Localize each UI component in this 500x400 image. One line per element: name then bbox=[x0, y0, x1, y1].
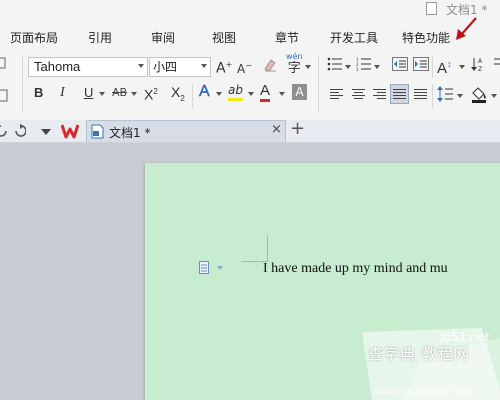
quick-access-dropdown-icon[interactable] bbox=[41, 129, 51, 135]
tab-special-features[interactable]: 特色功能 bbox=[402, 29, 450, 46]
shrink-font-label: A bbox=[237, 62, 246, 76]
watermark-url: jiaocheng.chazidian.com bbox=[374, 387, 474, 396]
text-direction-label: A bbox=[437, 60, 448, 77]
sort-icon[interactable]: AZ bbox=[471, 56, 487, 72]
svg-text:3: 3 bbox=[356, 67, 359, 71]
tab-page-layout[interactable]: 页面布局 bbox=[10, 29, 58, 46]
ribbon-separator bbox=[22, 56, 23, 112]
annotation-arrow-icon bbox=[456, 17, 477, 40]
character-shading-button[interactable]: A bbox=[292, 84, 307, 100]
wps-writer-window: 文档1 * 页面布局 引用 审阅 视图 章节 开发工具 特色功能 Tahoma … bbox=[0, 0, 500, 400]
format-painter-icon[interactable] bbox=[0, 56, 8, 72]
chevron-down-icon[interactable] bbox=[459, 65, 465, 69]
bold-button[interactable]: B bbox=[34, 84, 43, 102]
menu-bar: 页面布局 引用 审阅 视图 章节 开发工具 特色功能 bbox=[0, 22, 500, 50]
subscript-exponent: 2 bbox=[180, 93, 185, 103]
text-effect-button[interactable]: A bbox=[199, 83, 210, 101]
clear-format-icon[interactable] bbox=[262, 57, 278, 73]
show-hide-marks-icon[interactable] bbox=[492, 57, 500, 71]
increase-indent-icon[interactable] bbox=[413, 57, 429, 71]
tab-document1[interactable]: 文档1 * × bbox=[86, 120, 286, 142]
align-center-icon[interactable] bbox=[352, 89, 365, 101]
close-tab-icon[interactable]: × bbox=[271, 122, 282, 137]
subscript-button[interactable]: X2 bbox=[171, 83, 185, 108]
undo-icon[interactable] bbox=[0, 124, 8, 138]
chevron-down-icon[interactable] bbox=[491, 94, 497, 98]
tab-view[interactable]: 视图 bbox=[212, 29, 236, 46]
chevron-down-icon[interactable] bbox=[248, 92, 254, 96]
underline-button[interactable]: U bbox=[84, 84, 93, 102]
chevron-down-icon[interactable] bbox=[217, 266, 223, 270]
redo-icon[interactable] bbox=[14, 124, 26, 138]
wps-logo-icon[interactable] bbox=[61, 123, 79, 139]
text-direction-button[interactable]: A↕ bbox=[437, 55, 452, 78]
font-color-button[interactable]: A bbox=[260, 82, 271, 102]
clipboard-icon[interactable] bbox=[0, 87, 10, 103]
tab-section[interactable]: 章节 bbox=[275, 29, 299, 46]
align-left-icon[interactable] bbox=[330, 89, 343, 101]
margin-corner-mark bbox=[241, 235, 268, 262]
title-bar: 文档1 * bbox=[0, 0, 500, 22]
chevron-down-icon[interactable] bbox=[216, 92, 222, 96]
svg-text:A: A bbox=[478, 58, 483, 65]
chevron-down-icon[interactable] bbox=[305, 65, 311, 69]
tab-developer-tools[interactable]: 开发工具 bbox=[330, 29, 378, 46]
paragraph-layout-icon[interactable] bbox=[199, 261, 211, 275]
tab-references[interactable]: 引用 bbox=[88, 29, 112, 46]
bullet-list-icon[interactable] bbox=[327, 57, 343, 71]
ribbon-separator bbox=[432, 56, 433, 78]
shrink-font-button[interactable]: A− bbox=[237, 57, 252, 78]
watermark-site: jb51.net bbox=[440, 330, 490, 344]
grow-font-button[interactable]: A+ bbox=[216, 56, 232, 78]
font-size-select[interactable]: 小四 bbox=[149, 57, 211, 77]
paint-bucket-icon[interactable] bbox=[470, 85, 488, 103]
justify-icon bbox=[393, 89, 406, 101]
font-size-value: 小四 bbox=[153, 60, 178, 74]
ribbon-separator bbox=[192, 84, 193, 108]
superscript-exponent: 2 bbox=[153, 87, 158, 96]
ribbon-separator bbox=[432, 84, 433, 108]
document-tab-bar: 文档1 * × + bbox=[0, 118, 500, 143]
chevron-down-icon bbox=[201, 64, 207, 68]
chevron-down-icon[interactable] bbox=[131, 92, 137, 96]
tab-review[interactable]: 审阅 bbox=[151, 29, 175, 46]
numbered-list-icon[interactable]: 1 2 3 bbox=[356, 57, 372, 71]
ribbon-separator bbox=[318, 56, 319, 112]
align-right-icon[interactable] bbox=[373, 89, 386, 101]
chevron-down-icon[interactable] bbox=[457, 94, 463, 98]
writer-document-icon bbox=[91, 124, 104, 139]
superscript-button[interactable]: X2 bbox=[144, 83, 158, 104]
home-ribbon: Tahoma 小四 A+ A− wén 字 B I U AB X2 X2 A a… bbox=[0, 50, 500, 121]
chevron-down-icon[interactable] bbox=[279, 92, 285, 96]
svg-text:Z: Z bbox=[478, 66, 482, 72]
superscript-base: X bbox=[144, 86, 154, 103]
highlight-button[interactable]: ab bbox=[228, 82, 243, 101]
distributed-align-icon[interactable] bbox=[414, 89, 427, 101]
new-tab-icon[interactable]: + bbox=[290, 118, 305, 139]
chevron-down-icon bbox=[138, 64, 144, 68]
chevron-down-icon[interactable] bbox=[374, 65, 380, 69]
font-name-select[interactable]: Tahoma bbox=[28, 57, 148, 77]
strikethrough-button[interactable]: AB bbox=[112, 84, 127, 102]
decrease-indent-icon[interactable] bbox=[392, 57, 408, 71]
line-spacing-icon[interactable] bbox=[437, 86, 453, 102]
chevron-down-icon[interactable] bbox=[99, 92, 105, 96]
pinyin-guide-button[interactable]: wén 字 bbox=[286, 52, 303, 76]
watermark-name: 查字典 教程网 bbox=[368, 345, 470, 363]
grow-font-label: A bbox=[216, 60, 226, 77]
tab-label: 文档1 * bbox=[109, 126, 151, 140]
justify-button[interactable] bbox=[390, 84, 409, 104]
document-body-text[interactable]: I have made up my mind and mu bbox=[263, 261, 448, 277]
chevron-down-icon[interactable] bbox=[345, 65, 351, 69]
pinyin-guide-char: 字 bbox=[287, 61, 301, 76]
document-icon bbox=[426, 2, 437, 15]
italic-button[interactable]: I bbox=[60, 84, 65, 102]
subscript-base: X bbox=[171, 84, 181, 100]
font-name-value: Tahoma bbox=[34, 59, 81, 74]
